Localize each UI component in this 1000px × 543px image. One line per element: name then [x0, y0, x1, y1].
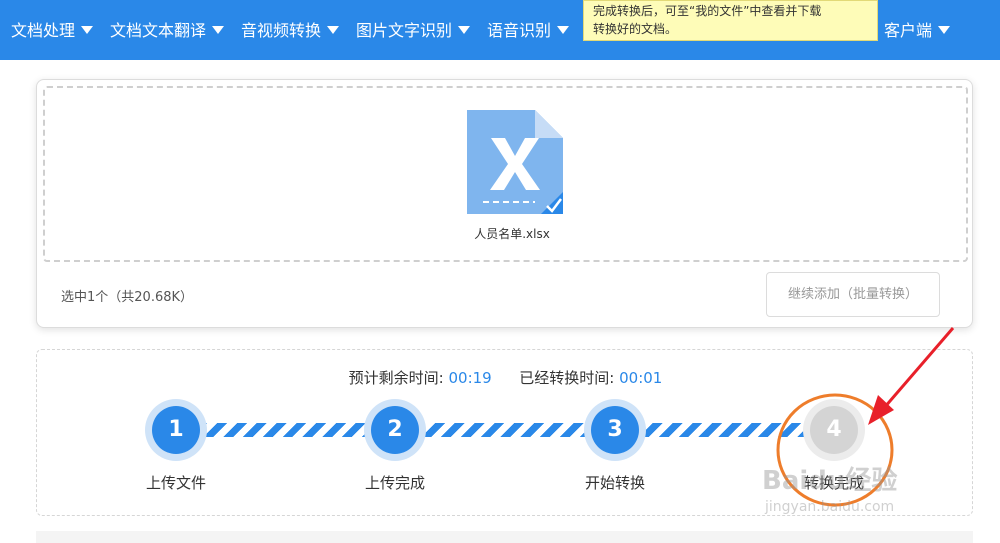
- add-more-button[interactable]: 继续添加（批量转换）: [766, 272, 940, 317]
- my-files-tooltip: 完成转换后，可至“我的文件”中查看并下载 转换好的文档。: [583, 0, 878, 41]
- timer-row: 预计剩余时间: 00:19 已经转换时间: 00:01: [37, 367, 974, 388]
- step-4-label: 转换完成: [803, 474, 864, 492]
- step-1-circle: 1: [152, 406, 200, 454]
- nav-item-document-processing[interactable]: 文档处理: [11, 19, 94, 43]
- caret-down-icon: [557, 26, 570, 34]
- step-4-circle: 4: [810, 406, 858, 454]
- nav-item-ocr[interactable]: 图片文字识别: [356, 19, 471, 43]
- step-1-label: 上传文件: [145, 474, 206, 492]
- caret-down-icon: [81, 26, 94, 34]
- step-1: 1: [145, 399, 207, 461]
- file-drop-zone[interactable]: 人员名单.xlsx: [43, 86, 968, 262]
- step-2-circle: 2: [371, 406, 419, 454]
- file-name: 人员名单.xlsx: [474, 227, 550, 241]
- step-2: 2: [364, 399, 426, 461]
- remaining-time-label: 预计剩余时间:: [348, 369, 444, 387]
- step-3-label: 开始转换: [584, 474, 645, 492]
- nav-item-label: 语音识别: [487, 21, 552, 40]
- elapsed-time-label: 已经转换时间:: [519, 369, 615, 387]
- caret-down-icon: [212, 26, 225, 34]
- caret-down-icon: [938, 26, 951, 34]
- nav-item-label: 文档文本翻译: [110, 21, 207, 40]
- step-4: 4: [803, 399, 865, 461]
- nav-item-label: 音视频转换: [241, 21, 322, 40]
- nav-item-label: 客户端: [884, 21, 933, 40]
- elapsed-time-value: 00:01: [619, 369, 663, 387]
- nav-item-client[interactable]: 客户端: [884, 19, 951, 43]
- nav-item-speech-recognition[interactable]: 语音识别: [487, 19, 570, 43]
- upload-card: 人员名单.xlsx 选中1个（共20.68K） 继续添加（批量转换）: [36, 79, 973, 328]
- step-3: 3: [584, 399, 646, 461]
- progress-card: 预计剩余时间: 00:19 已经转换时间: 00:01 1 2 3 4 上传文件…: [36, 349, 973, 516]
- step-3-circle: 3: [591, 406, 639, 454]
- nav-item-label: 图片文字识别: [356, 21, 453, 40]
- step-2-label: 上传完成: [364, 474, 425, 492]
- progress-track: [206, 423, 827, 437]
- caret-down-icon: [458, 26, 471, 34]
- nav-item-av-conversion[interactable]: 音视频转换: [241, 19, 340, 43]
- tooltip-line-2: 转换好的文档。: [593, 22, 678, 36]
- remaining-time-value: 00:19: [448, 369, 492, 387]
- tooltip-line-1: 完成转换后，可至“我的文件”中查看并下载: [593, 4, 822, 18]
- nav-item-label: 文档处理: [11, 21, 76, 40]
- selection-info: 选中1个（共20.68K）: [61, 290, 194, 305]
- caret-down-icon: [327, 26, 340, 34]
- bottom-strip: [36, 531, 973, 543]
- nav-item-translation[interactable]: 文档文本翻译: [110, 19, 225, 43]
- excel-file-icon[interactable]: [465, 108, 565, 216]
